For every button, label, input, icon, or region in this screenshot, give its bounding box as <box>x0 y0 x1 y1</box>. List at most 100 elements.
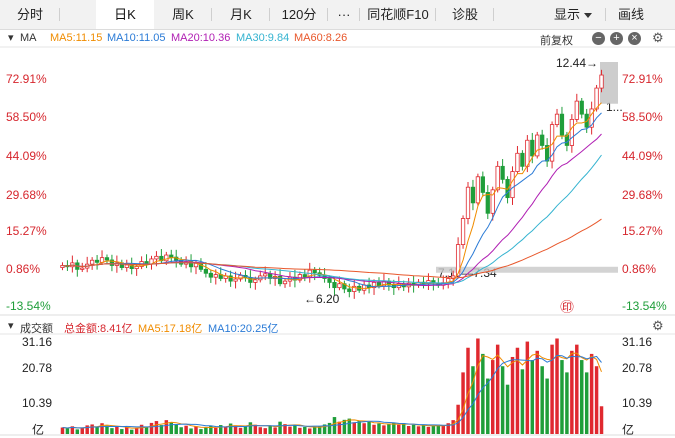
volume-bar-down <box>471 366 475 434</box>
volume-bar-up <box>594 366 599 434</box>
volume-bar-down <box>204 427 208 434</box>
volume-bar-down <box>486 378 490 434</box>
volume-bar-down <box>357 421 361 434</box>
volume-ma5-line <box>62 352 602 429</box>
candle-down <box>540 134 545 146</box>
volume-bar-up <box>451 420 455 434</box>
candle-up <box>594 87 599 110</box>
volume-bar-down <box>303 426 307 434</box>
volume-bar-up <box>575 344 579 434</box>
volume-bar-down <box>174 424 178 434</box>
volume-bar-up <box>535 350 539 434</box>
volume-bar-up <box>273 427 277 434</box>
candle-down <box>579 100 584 115</box>
volume-bar-up <box>362 423 366 434</box>
volume-bar-up <box>352 422 356 434</box>
volume-bar-up <box>149 422 154 434</box>
candle-up <box>569 118 574 146</box>
volume-bar-down <box>110 428 114 434</box>
volume-bar-up <box>589 353 594 434</box>
volume-bar-up <box>258 427 263 434</box>
volume-bar-down <box>520 369 525 434</box>
candle-down <box>485 192 490 214</box>
volume-bar-down <box>377 423 381 434</box>
volume-bar-down <box>505 384 510 434</box>
volume-bar-down <box>120 429 124 434</box>
volume-bar-down <box>278 421 282 434</box>
candle-up <box>515 152 520 172</box>
volume-bar-up <box>125 427 129 434</box>
volume-bar-up <box>80 427 84 434</box>
candle-down <box>203 268 209 274</box>
candle-down <box>470 186 476 204</box>
volume-bar-up <box>184 425 188 434</box>
volume-bar-up <box>60 427 65 434</box>
volume-bar-up <box>476 338 480 434</box>
volume-bar-down <box>545 378 549 434</box>
volume-bar-up <box>525 341 530 434</box>
candle-down <box>169 254 174 258</box>
volume-bar-up <box>337 421 342 434</box>
volume-ma10-line <box>62 354 602 429</box>
candle-down <box>500 165 505 180</box>
volume-bar-up <box>555 338 559 434</box>
volume-bar-down <box>431 425 436 434</box>
volume-bar-up <box>100 423 104 434</box>
volume-bar-up <box>406 425 411 434</box>
volume-bar-down <box>500 366 505 434</box>
volume-bar-up <box>298 427 302 434</box>
stock-chart[interactable] <box>0 0 675 436</box>
candle-down <box>312 269 317 274</box>
volume-bar-up <box>194 426 198 434</box>
candle-up <box>213 274 218 278</box>
candle-up <box>80 267 85 270</box>
volume-bar-up <box>154 421 159 434</box>
candle-up <box>124 264 129 268</box>
volume-bar-up <box>164 420 169 434</box>
volume-bar-up <box>599 406 604 434</box>
candle-down <box>559 113 565 136</box>
candle-down <box>327 278 332 283</box>
volume-bar-up <box>461 372 465 434</box>
volume-bar-down <box>75 429 80 434</box>
volume-bar-up <box>495 344 500 434</box>
volume-bar-down <box>268 425 272 434</box>
volume-bar-up <box>397 424 401 434</box>
candle-up <box>164 254 169 262</box>
volume-bar-down <box>540 366 544 434</box>
candle-down <box>302 274 307 278</box>
volume-bar-up <box>510 356 515 434</box>
volume-bar-up <box>139 424 144 434</box>
volume-bar-down <box>228 423 233 434</box>
candle-up <box>510 171 515 199</box>
volume-bar-down <box>421 425 426 434</box>
candle-down <box>520 152 525 167</box>
volume-bar-down <box>169 422 174 434</box>
candle-up <box>253 279 258 283</box>
volume-bar-down <box>293 424 297 434</box>
volume-bar-up <box>85 425 89 434</box>
volume-bar-up <box>372 424 376 434</box>
candle-down <box>94 259 100 263</box>
volume-bar-down <box>95 426 99 434</box>
candle-up <box>475 176 481 204</box>
candle-down <box>530 139 535 157</box>
volume-bar-down <box>560 360 564 434</box>
candle-up <box>554 113 560 126</box>
volume-bar-up <box>490 360 495 434</box>
volume-bar-down <box>189 428 193 434</box>
volume-bar-up <box>134 427 139 434</box>
volume-bar-down <box>401 423 406 434</box>
volume-bar-down <box>327 422 332 434</box>
candle-up <box>90 259 95 265</box>
volume-bar-down <box>65 428 70 434</box>
candle-up <box>337 283 342 289</box>
volume-bar-down <box>530 360 535 434</box>
volume-bar-down <box>387 424 391 434</box>
candle-down <box>104 257 110 261</box>
volume-bar-down <box>565 372 569 434</box>
volume-bar-up <box>570 350 574 434</box>
volume-bar-down <box>312 427 317 434</box>
volume-bar-up <box>441 425 446 434</box>
candle-up <box>495 165 500 191</box>
